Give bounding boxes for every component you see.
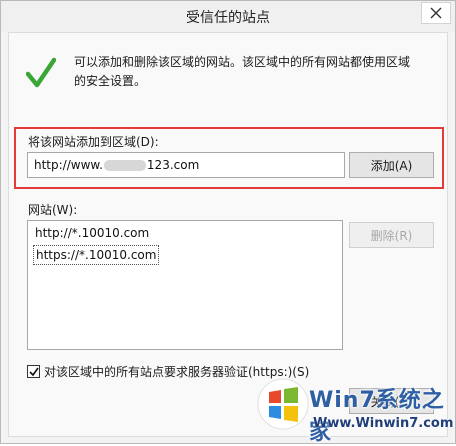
title-bar: 受信任的站点 [1, 1, 455, 32]
remove-button[interactable]: 删除(R) [349, 222, 434, 248]
add-button[interactable]: 添加(A) [349, 152, 434, 178]
url-input[interactable]: http://www. 123.com [27, 152, 345, 178]
url-prefix: http://www. [34, 158, 103, 172]
list-item[interactable]: http://*.10010.com [33, 224, 151, 242]
watermark-url: Www.Winwin7.com [313, 416, 454, 431]
url-suffix: 123.com [146, 158, 200, 172]
list-item[interactable]: https://*.10010.com [33, 245, 160, 265]
blurred-text [103, 160, 146, 171]
windows-logo-icon [257, 378, 309, 430]
sites-list[interactable]: http://*.10010.com https://*.10010.com [27, 220, 343, 350]
sites-label: 网站(W): [28, 203, 78, 217]
close-icon [430, 7, 442, 19]
info-text: 可以添加和删除该区域的网站。该区域中的所有网站都使用区域的安全设置。 [74, 55, 411, 88]
watermark-title: Win7系统之家 [309, 388, 445, 445]
checkmark-icon [26, 57, 56, 88]
close-window-button[interactable] [421, 2, 451, 24]
check-mark-icon [28, 367, 39, 376]
verify-checkbox[interactable] [27, 365, 40, 378]
watermark: Win7系统之家 Www.Winwin7.com [253, 376, 454, 445]
add-site-label: 将该网站添加到区域(D): [28, 135, 159, 149]
window-title: 受信任的站点 [186, 10, 270, 26]
